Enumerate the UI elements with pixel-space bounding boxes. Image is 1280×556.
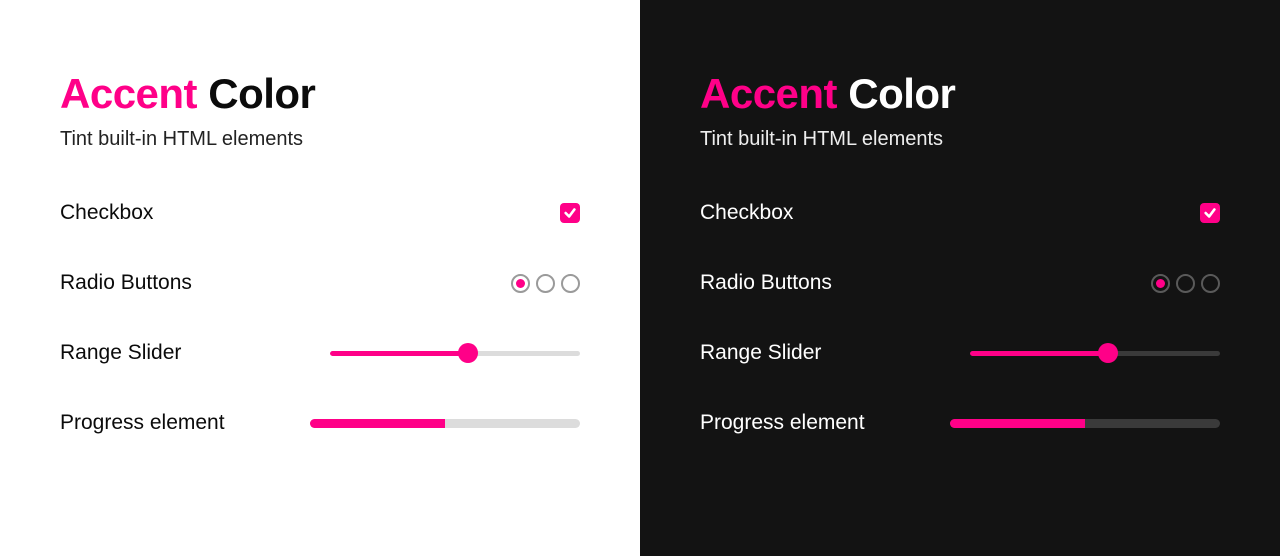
range-label: Range Slider <box>60 341 181 365</box>
title-color-word: Color <box>208 70 315 117</box>
checkbox-label: Checkbox <box>700 201 793 225</box>
progress-element <box>310 419 580 428</box>
radio-option-1[interactable] <box>511 274 530 293</box>
radio-option-2[interactable] <box>536 274 555 293</box>
progress-element <box>950 419 1220 428</box>
checkbox-row: Checkbox <box>700 201 1220 225</box>
title-accent-word: Accent <box>60 70 197 117</box>
progress-fill <box>950 419 1085 428</box>
checkbox-input[interactable] <box>560 203 580 223</box>
radio-option-3[interactable] <box>561 274 580 293</box>
check-icon <box>1203 206 1217 220</box>
dark-theme-panel: Accent Color Tint built-in HTML elements… <box>640 0 1280 556</box>
radio-label: Radio Buttons <box>60 271 192 295</box>
title-color-word: Color <box>848 70 955 117</box>
progress-row: Progress element <box>700 411 1220 435</box>
range-label: Range Slider <box>700 341 821 365</box>
progress-row: Progress element <box>60 411 580 435</box>
slider-thumb[interactable] <box>458 343 478 363</box>
page-title: Accent Color <box>700 70 1220 118</box>
range-row: Range Slider <box>700 341 1220 365</box>
slider-fill <box>970 351 1108 356</box>
check-icon <box>563 206 577 220</box>
progress-label: Progress element <box>60 411 225 435</box>
slider-fill <box>330 351 468 356</box>
progress-label: Progress element <box>700 411 865 435</box>
range-slider[interactable] <box>970 343 1220 363</box>
radio-option-3[interactable] <box>1201 274 1220 293</box>
subtitle: Tint built-in HTML elements <box>700 128 1220 151</box>
progress-fill <box>310 419 445 428</box>
range-row: Range Slider <box>60 341 580 365</box>
light-theme-panel: Accent Color Tint built-in HTML elements… <box>0 0 640 556</box>
radio-row: Radio Buttons <box>700 271 1220 295</box>
radio-row: Radio Buttons <box>60 271 580 295</box>
checkbox-input[interactable] <box>1200 203 1220 223</box>
checkbox-row: Checkbox <box>60 201 580 225</box>
subtitle: Tint built-in HTML elements <box>60 128 580 151</box>
slider-thumb[interactable] <box>1098 343 1118 363</box>
range-slider[interactable] <box>330 343 580 363</box>
page-title: Accent Color <box>60 70 580 118</box>
title-accent-word: Accent <box>700 70 837 117</box>
radio-label: Radio Buttons <box>700 271 832 295</box>
radio-option-1[interactable] <box>1151 274 1170 293</box>
checkbox-label: Checkbox <box>60 201 153 225</box>
radio-option-2[interactable] <box>1176 274 1195 293</box>
